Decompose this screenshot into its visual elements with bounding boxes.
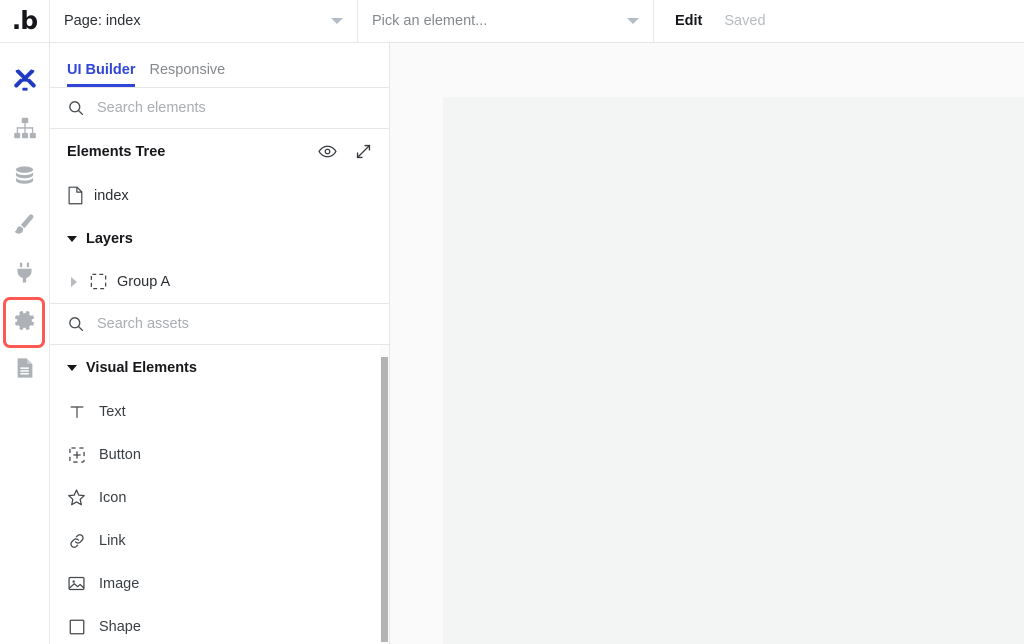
rail-item-styles[interactable] <box>1 200 49 248</box>
tab-responsive-label: Responsive <box>149 62 226 78</box>
chevron-right-icon[interactable] <box>71 276 77 287</box>
tab-ui-builder-label: UI Builder <box>67 62 136 78</box>
asset-item-icon[interactable]: Icon <box>50 476 389 519</box>
chevron-down-icon[interactable] <box>67 235 77 242</box>
rail-item-settings[interactable] <box>1 296 49 348</box>
expand-arrows-icon[interactable] <box>354 142 373 161</box>
image-icon <box>67 574 86 593</box>
bubble-logo[interactable]: .b <box>0 0 50 42</box>
document-icon <box>17 358 32 378</box>
left-icon-rail <box>0 43 50 644</box>
assets-panel: Visual Elements Text Button Icon Link Im… <box>50 345 389 644</box>
asset-item-link-label: Link <box>99 532 126 549</box>
assets-list: Visual Elements Text Button Icon Link Im… <box>50 345 389 644</box>
eye-icon[interactable] <box>318 142 337 161</box>
search-elements-row[interactable]: Search elements <box>50 88 389 129</box>
element-picker-label: Pick an element... <box>372 13 488 29</box>
asset-item-icon-label: Icon <box>99 489 127 506</box>
search-elements-input[interactable]: Search elements <box>97 100 206 116</box>
rail-item-design[interactable] <box>1 56 49 104</box>
page-file-icon <box>68 186 83 205</box>
assets-scrollbar-track[interactable] <box>380 345 389 644</box>
asset-item-text-label: Text <box>99 403 126 420</box>
asset-item-button-label: Button <box>99 446 141 463</box>
star-icon <box>67 488 86 507</box>
topbar-actions: Edit Saved <box>654 0 766 42</box>
panel-tabs: UI Builder Responsive <box>50 43 389 88</box>
database-icon <box>15 165 34 184</box>
bubble-editor-window: .b Page: index Pick an element... Edit S… <box>0 0 1024 644</box>
design-tools-icon <box>13 69 36 91</box>
elements-tree-actions <box>318 142 373 161</box>
rail-item-logs[interactable] <box>1 344 49 392</box>
chevron-down-icon <box>627 18 639 24</box>
search-assets-input[interactable]: Search assets <box>97 316 189 332</box>
page-selector-label: Page: index <box>64 13 141 29</box>
assets-group-visual-elements[interactable]: Visual Elements <box>50 345 389 390</box>
page-selector[interactable]: Page: index <box>50 0 358 42</box>
rail-item-workflow[interactable] <box>1 104 49 152</box>
assets-scrollbar-thumb[interactable] <box>381 357 388 642</box>
canvas-page-surface[interactable] <box>443 97 1024 644</box>
edit-button[interactable]: Edit <box>675 13 702 29</box>
elements-tree-title: Elements Tree <box>67 143 166 160</box>
plug-icon <box>17 262 32 282</box>
text-icon <box>67 403 86 421</box>
search-assets-row[interactable]: Search assets <box>50 304 389 345</box>
asset-item-text[interactable]: Text <box>50 390 389 433</box>
tab-responsive[interactable]: Responsive <box>149 62 225 87</box>
tree-row-index[interactable]: index <box>50 174 389 217</box>
chevron-down-icon <box>331 18 343 24</box>
tree-row-layers[interactable]: Layers <box>50 217 389 260</box>
asset-item-shape-label: Shape <box>99 618 141 635</box>
group-dashed-icon <box>90 273 107 290</box>
rail-item-plugins[interactable] <box>1 248 49 296</box>
chevron-down-icon[interactable] <box>67 364 77 371</box>
tab-ui-builder[interactable]: UI Builder <box>67 62 136 87</box>
button-icon <box>67 446 86 464</box>
save-status: Saved <box>724 13 766 29</box>
asset-item-image-label: Image <box>99 575 140 592</box>
elements-tree-header: Elements Tree <box>50 129 389 174</box>
tree-row-index-label: index <box>94 187 129 204</box>
design-canvas[interactable] <box>391 43 1024 644</box>
shape-square-icon <box>67 618 86 636</box>
elements-tree-section: Elements Tree index Layers Group A <box>50 129 389 304</box>
link-icon <box>67 532 86 550</box>
asset-item-image[interactable]: Image <box>50 562 389 605</box>
asset-item-link[interactable]: Link <box>50 519 389 562</box>
assets-group-label: Visual Elements <box>86 359 197 376</box>
tree-row-layers-label: Layers <box>86 230 133 247</box>
tree-row-group-a-label: Group A <box>117 273 171 290</box>
search-icon <box>69 101 84 116</box>
bubble-logo-mark: .b <box>11 5 38 35</box>
top-bar: .b Page: index Pick an element... Edit S… <box>0 0 1024 43</box>
gear-icon <box>14 310 35 330</box>
tree-row-group-a[interactable]: Group A <box>50 260 389 303</box>
element-picker[interactable]: Pick an element... <box>358 0 654 42</box>
paintbrush-icon <box>14 213 34 234</box>
asset-item-shape[interactable]: Shape <box>50 605 389 644</box>
sitemap-icon <box>13 117 36 139</box>
left-panel: UI Builder Responsive Search elements El… <box>50 43 390 644</box>
search-icon <box>69 317 84 332</box>
rail-item-data[interactable] <box>1 152 49 200</box>
asset-item-button[interactable]: Button <box>50 433 389 476</box>
